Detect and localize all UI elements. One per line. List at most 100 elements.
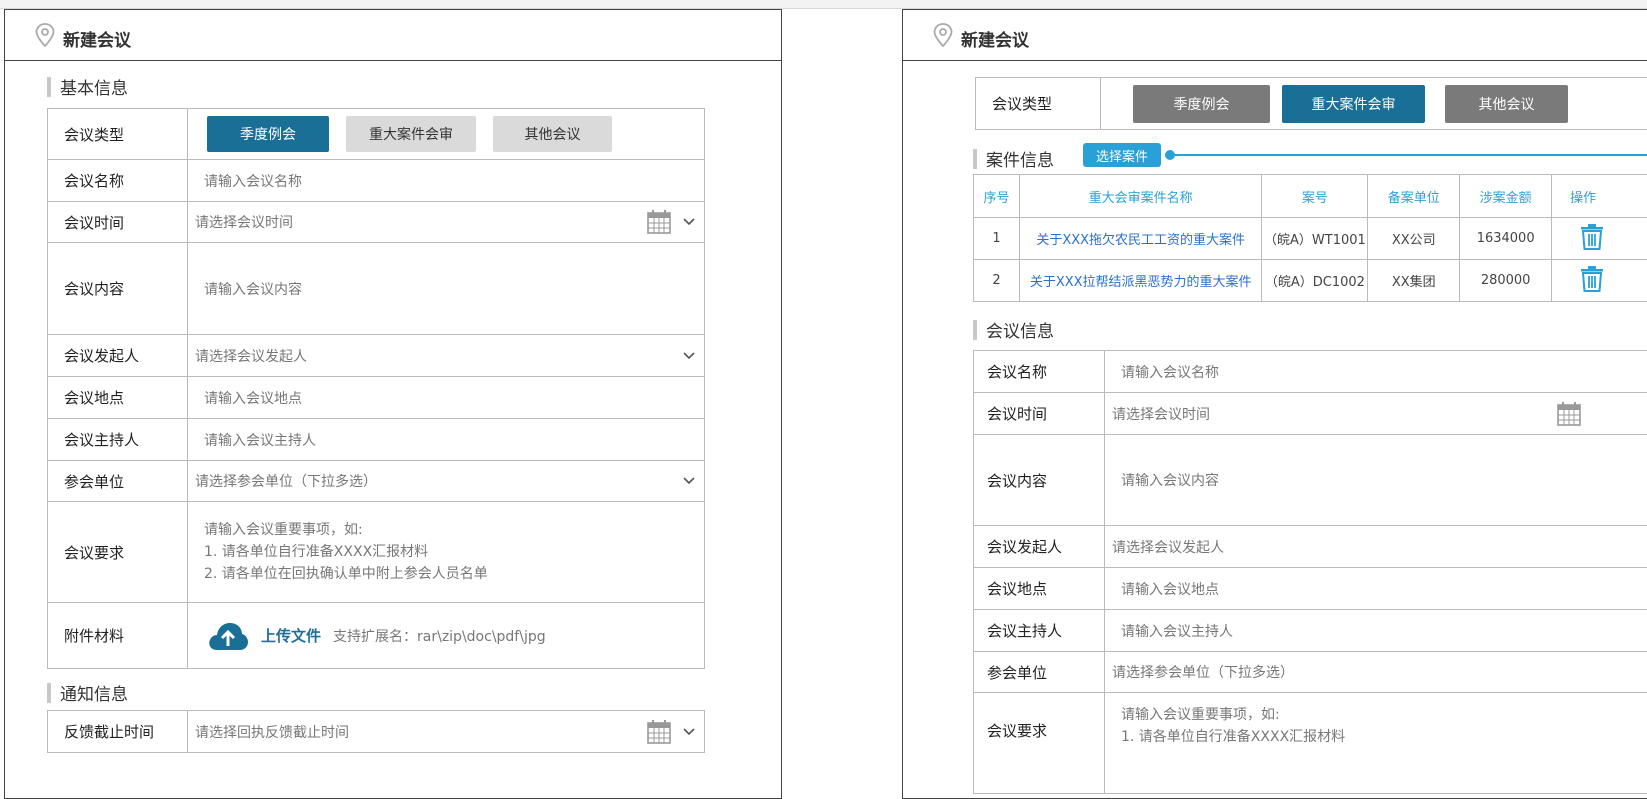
trash-icon[interactable] bbox=[1580, 266, 1604, 292]
meeting-initiator-select[interactable]: 请选择会议发起人 bbox=[1105, 526, 1647, 567]
col-header-no: 序号 bbox=[974, 175, 1020, 218]
row-meeting-initiator: 会议发起人 请选择会议发起人 bbox=[974, 526, 1647, 568]
meeting-location-input[interactable]: 请输入会议地点 bbox=[188, 377, 704, 418]
row-participating-units: 参会单位 请选择参会单位（下拉多选） bbox=[974, 652, 1647, 693]
label-meeting-time: 会议时间 bbox=[48, 202, 188, 242]
type-quarterly-button[interactable]: 季度例会 bbox=[1133, 85, 1270, 123]
label-feedback-deadline: 反馈截止时间 bbox=[48, 711, 188, 752]
meeting-time-picker[interactable]: 请选择会议时间 bbox=[188, 202, 704, 242]
feedback-deadline-picker[interactable]: 请选择回执反馈截止时间 bbox=[188, 711, 704, 752]
section-notice-info: 通知信息 bbox=[47, 680, 128, 705]
meeting-host-input[interactable]: 请输入会议主持人 bbox=[1105, 610, 1647, 651]
requirements-line: 1. 请各单位自行准备XXXX汇报材料 bbox=[1121, 726, 1345, 748]
label-attachments: 附件材料 bbox=[48, 603, 188, 668]
upload-hint: 支持扩展名：rar\zip\doc\pdf\jpg bbox=[333, 626, 546, 646]
requirements-line: 请输入会议重要事项，如: bbox=[204, 519, 363, 541]
label-meeting-requirements: 会议要求 bbox=[48, 502, 188, 602]
label-meeting-name: 会议名称 bbox=[48, 160, 188, 201]
top-strip bbox=[0, 0, 1647, 9]
meeting-content-textarea[interactable]: 请输入会议内容 bbox=[1105, 435, 1647, 525]
connector-line bbox=[1173, 154, 1647, 156]
chevron-down-icon[interactable] bbox=[682, 351, 696, 361]
meeting-location-input[interactable]: 请输入会议地点 bbox=[1105, 568, 1647, 609]
basic-info-form: 会议类型 季度例会 重大案件会审 其他会议 会议名称 请输入会议名称 会议时间 … bbox=[47, 108, 705, 669]
row-meeting-content: 会议内容 请输入会议内容 bbox=[48, 243, 704, 335]
label-meeting-initiator: 会议发起人 bbox=[48, 335, 188, 376]
chevron-down-icon[interactable] bbox=[682, 727, 696, 737]
table-header-row: 序号 重大会审案件名称 案号 备案单位 涉案金额 操作 bbox=[974, 175, 1647, 218]
meeting-time-placeholder: 请选择会议时间 bbox=[195, 212, 293, 232]
requirements-line: 请输入会议重要事项，如: bbox=[1121, 704, 1280, 726]
case-name-link[interactable]: 关于XXX拉帮结派黑恶势力的重大案件 bbox=[1019, 260, 1262, 302]
label-meeting-content: 会议内容 bbox=[48, 243, 188, 334]
row-feedback-deadline: 反馈截止时间 请选择回执反馈截止时间 bbox=[48, 711, 704, 753]
type-major-case-button[interactable]: 重大案件会审 bbox=[1282, 85, 1425, 123]
calendar-icon[interactable] bbox=[646, 719, 672, 745]
row-meeting-name: 会议名称 请输入会议名称 bbox=[974, 351, 1647, 393]
row-meeting-host: 会议主持人 请输入会议主持人 bbox=[974, 610, 1647, 652]
row-meeting-requirements: 会议要求 请输入会议重要事项，如: 1. 请各单位自行准备XXXX汇报材料 2.… bbox=[48, 502, 704, 603]
participating-units-select[interactable]: 请选择参会单位（下拉多选） bbox=[188, 461, 704, 501]
meeting-time-picker[interactable]: 请选择会议时间 bbox=[1105, 393, 1647, 434]
trash-icon[interactable] bbox=[1580, 224, 1604, 250]
meeting-type-options: 季度例会 重大案件会审 其他会议 bbox=[188, 109, 704, 159]
row-meeting-name: 会议名称 请输入会议名称 bbox=[48, 160, 704, 202]
chevron-down-icon[interactable] bbox=[682, 217, 696, 227]
type-other-button[interactable]: 其他会议 bbox=[1445, 85, 1568, 123]
meeting-info-form: 会议名称 请输入会议名称 会议时间 请选择会议时间 会议内容 请输入会议内容 会… bbox=[973, 350, 1647, 794]
cell-action bbox=[1552, 218, 1647, 260]
label-meeting-initiator: 会议发起人 bbox=[974, 526, 1105, 567]
location-pin-icon bbox=[35, 23, 55, 47]
requirements-line: 1. 请各单位自行准备XXXX汇报材料 bbox=[204, 541, 428, 563]
cell-no: 1 bbox=[974, 218, 1020, 260]
page-title: 新建会议 bbox=[63, 26, 131, 51]
chevron-down-icon[interactable] bbox=[682, 476, 696, 486]
col-header-action: 操作 bbox=[1552, 175, 1647, 218]
meeting-initiator-select[interactable]: 请选择会议发起人 bbox=[188, 335, 704, 376]
cell-case-no: （皖A）WT1001 bbox=[1262, 218, 1368, 260]
section-basic-info: 基本信息 bbox=[47, 74, 128, 99]
col-header-filing-unit: 备案单位 bbox=[1368, 175, 1460, 218]
meeting-name-input[interactable]: 请输入会议名称 bbox=[1105, 351, 1647, 392]
section-case-info: 案件信息 bbox=[973, 146, 1054, 171]
meeting-content-textarea[interactable]: 请输入会议内容 bbox=[188, 243, 704, 334]
notice-info-form: 反馈截止时间 请选择回执反馈截止时间 bbox=[47, 710, 705, 753]
meeting-initiator-placeholder: 请选择会议发起人 bbox=[195, 346, 307, 366]
cell-amount: 280000 bbox=[1460, 260, 1552, 302]
label-meeting-host: 会议主持人 bbox=[974, 610, 1105, 651]
label-meeting-type: 会议类型 bbox=[48, 109, 188, 159]
section-title: 案件信息 bbox=[986, 146, 1054, 171]
location-pin-icon bbox=[933, 23, 953, 47]
row-meeting-initiator: 会议发起人 请选择会议发起人 bbox=[48, 335, 704, 377]
label-meeting-location: 会议地点 bbox=[974, 568, 1105, 609]
section-title: 通知信息 bbox=[60, 680, 128, 705]
cloud-upload-icon[interactable] bbox=[207, 620, 249, 652]
calendar-icon[interactable] bbox=[1556, 401, 1582, 427]
participating-units-select[interactable]: 请选择参会单位（下拉多选） bbox=[1105, 652, 1647, 692]
meeting-requirements-textarea[interactable]: 请输入会议重要事项，如: 1. 请各单位自行准备XXXX汇报材料 2. 请各单位… bbox=[188, 502, 704, 602]
row-meeting-time: 会议时间 请选择会议时间 bbox=[48, 202, 704, 243]
row-meeting-time: 会议时间 请选择会议时间 bbox=[974, 393, 1647, 435]
row-meeting-requirements: 会议要求 请输入会议重要事项，如: 1. 请各单位自行准备XXXX汇报材料 bbox=[974, 693, 1647, 794]
type-quarterly-button[interactable]: 季度例会 bbox=[207, 116, 329, 152]
feedback-deadline-placeholder: 请选择回执反馈截止时间 bbox=[195, 722, 349, 742]
panel-header: 新建会议 bbox=[903, 10, 1647, 61]
meeting-host-input[interactable]: 请输入会议主持人 bbox=[188, 419, 704, 460]
type-other-button[interactable]: 其他会议 bbox=[493, 116, 612, 152]
upload-file-button[interactable]: 上传文件 bbox=[261, 625, 321, 646]
cell-action bbox=[1552, 260, 1647, 302]
section-meeting-info: 会议信息 bbox=[973, 317, 1054, 342]
table-row: 2 关于XXX拉帮结派黑恶势力的重大案件 （皖A）DC1002 XX集团 280… bbox=[974, 260, 1647, 302]
type-major-case-button[interactable]: 重大案件会审 bbox=[346, 116, 476, 152]
section-title: 基本信息 bbox=[60, 74, 128, 99]
attachment-upload-area: 上传文件 支持扩展名：rar\zip\doc\pdf\jpg bbox=[188, 603, 704, 668]
calendar-icon[interactable] bbox=[646, 209, 672, 235]
row-meeting-host: 会议主持人 请输入会议主持人 bbox=[48, 419, 704, 461]
case-name-link[interactable]: 关于XXX拖欠农民工工资的重大案件 bbox=[1019, 218, 1262, 260]
row-participating-units: 参会单位 请选择参会单位（下拉多选） bbox=[48, 461, 704, 502]
meeting-requirements-textarea[interactable]: 请输入会议重要事项，如: 1. 请各单位自行准备XXXX汇报材料 bbox=[1105, 693, 1647, 793]
select-case-button[interactable]: 选择案件 bbox=[1083, 143, 1161, 167]
cell-no: 2 bbox=[974, 260, 1020, 302]
meeting-name-input[interactable]: 请输入会议名称 bbox=[188, 160, 704, 201]
panel-header: 新建会议 bbox=[5, 10, 781, 61]
